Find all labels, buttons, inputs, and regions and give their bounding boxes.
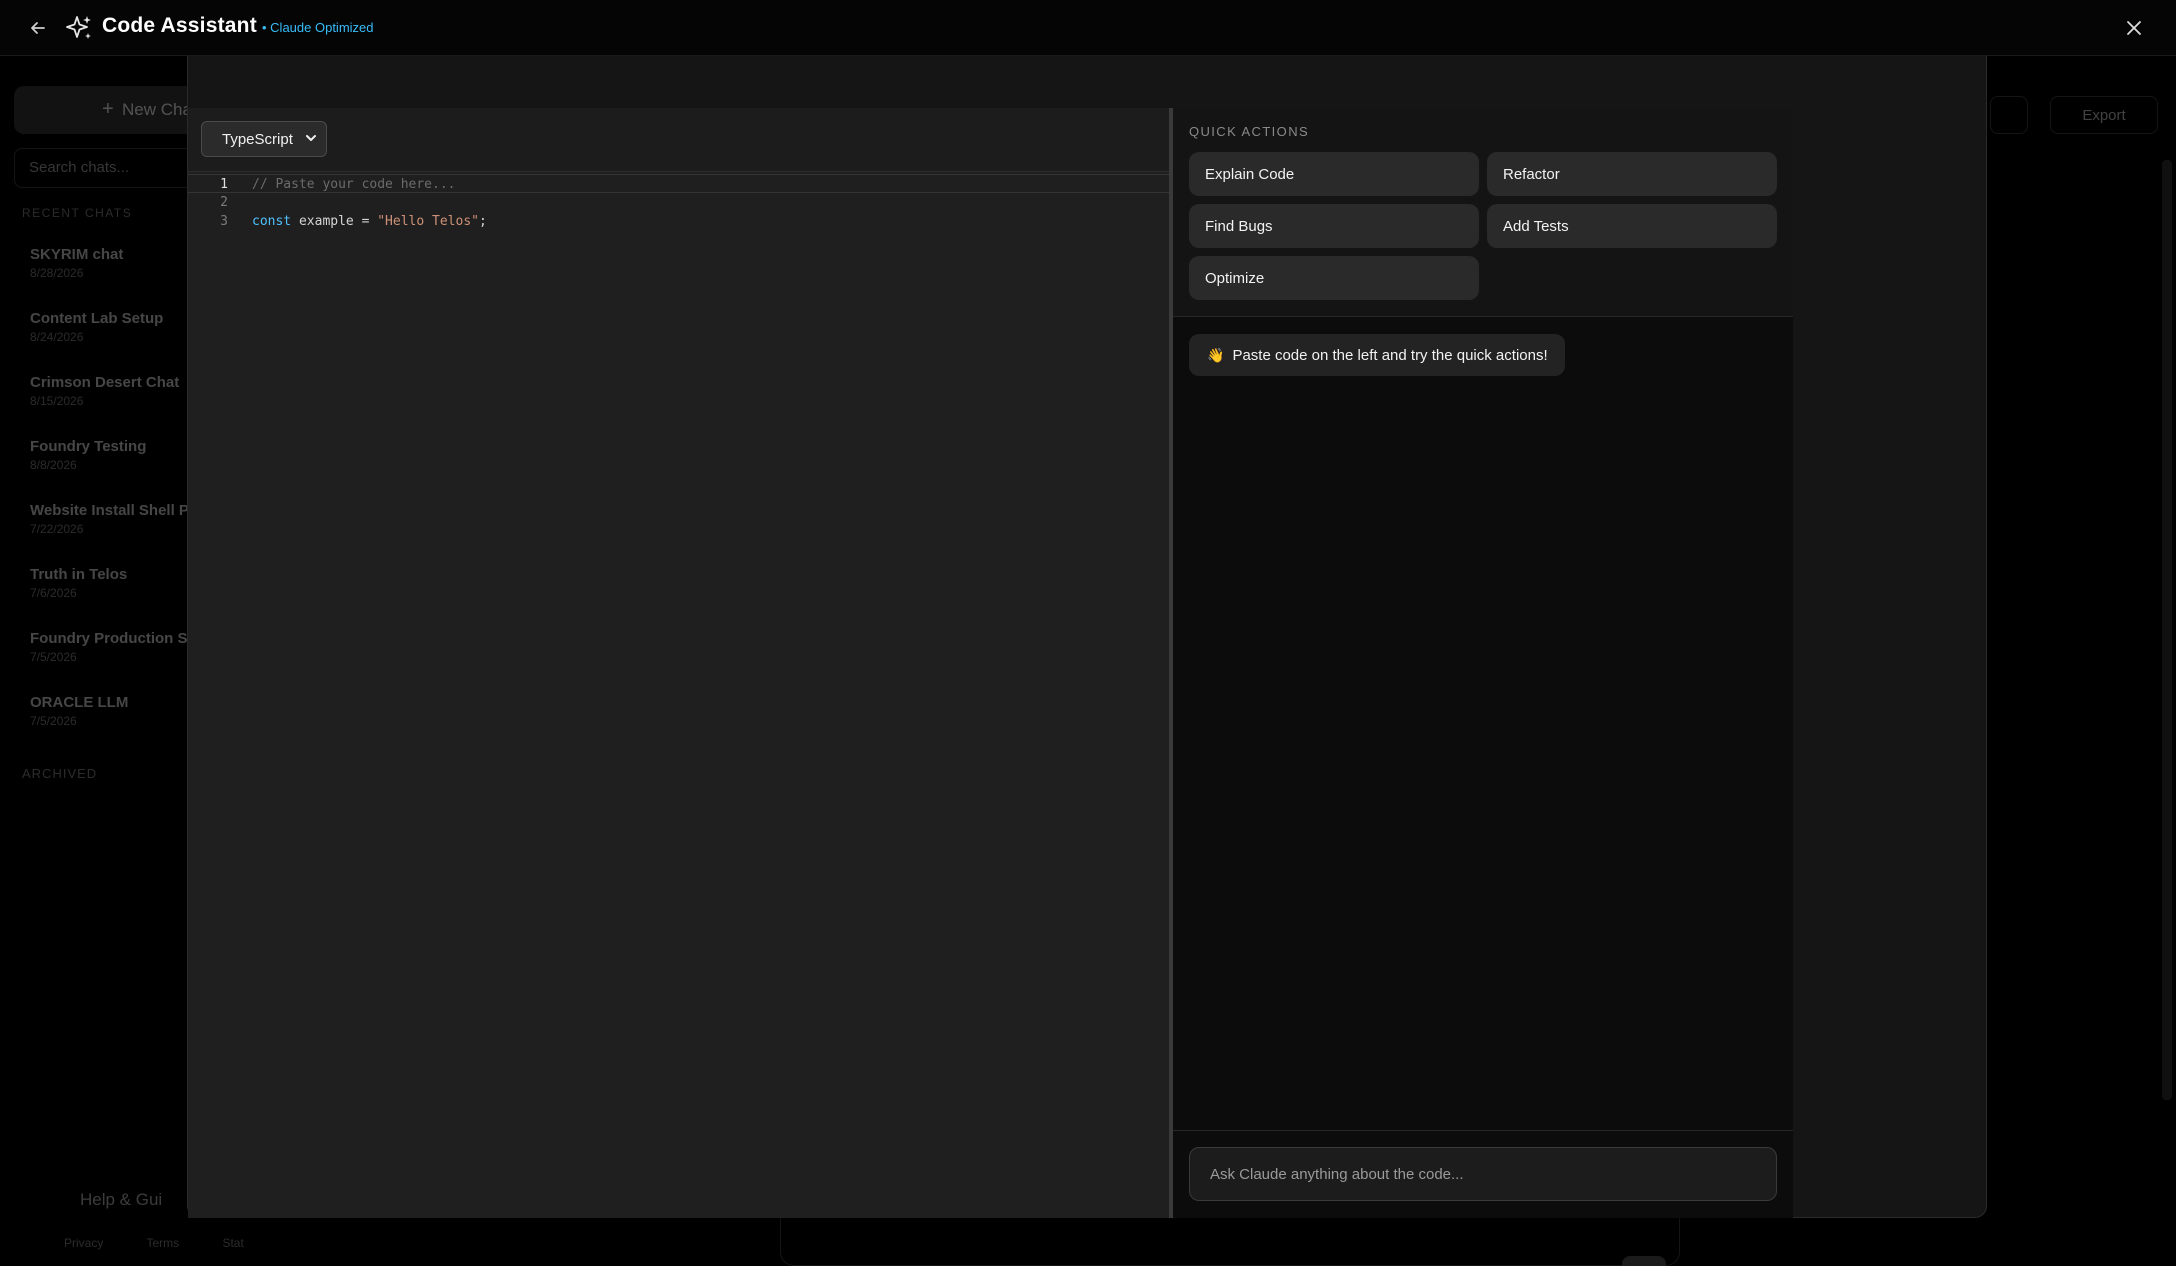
line-number: 2 bbox=[220, 195, 228, 210]
arrow-left-icon bbox=[31, 22, 45, 34]
back-button[interactable] bbox=[26, 16, 50, 40]
refactor-button[interactable]: Refactor bbox=[1487, 152, 1777, 196]
language-value: TypeScript bbox=[222, 130, 293, 148]
sparkles-icon bbox=[66, 16, 91, 39]
code-text: const example = "Hello Telos"; bbox=[252, 212, 487, 231]
chevron-down-icon bbox=[306, 135, 316, 141]
code-editor-pane: TypeScript 1 // Paste your code here... … bbox=[188, 108, 1169, 1218]
code-line: 1 // Paste your code here... bbox=[188, 174, 1169, 193]
code-line: 2 bbox=[188, 193, 1169, 212]
code-punctuation: ; bbox=[478, 214, 487, 229]
add-tests-button[interactable]: Add Tests bbox=[1487, 204, 1777, 248]
model-badge: • Claude Optimized bbox=[262, 20, 374, 35]
archived-label: ARCHIVED bbox=[22, 766, 98, 781]
chat-scrollbar bbox=[2162, 160, 2172, 1100]
optimize-button[interactable]: Optimize bbox=[1189, 256, 1479, 300]
code-line: 3 const example = "Hello Telos"; bbox=[188, 212, 1169, 231]
footer-links: Privacy Terms Stat bbox=[64, 1236, 244, 1250]
app-title: Code Assistant bbox=[102, 14, 257, 37]
waving-hand-icon: 👋 bbox=[1207, 346, 1225, 363]
top-bar: Code Assistant • Claude Optimized bbox=[0, 0, 2176, 56]
ask-section bbox=[1173, 1130, 1793, 1218]
explain-code-button[interactable]: Explain Code bbox=[1189, 152, 1479, 196]
close-icon bbox=[2127, 21, 2141, 35]
close-button[interactable] bbox=[2122, 16, 2146, 40]
editor-toolbar: TypeScript bbox=[188, 108, 1169, 172]
find-bugs-button[interactable]: Find Bugs bbox=[1189, 204, 1479, 248]
line-number: 3 bbox=[220, 214, 228, 229]
list-view-button bbox=[1990, 96, 2028, 134]
ask-claude-input[interactable] bbox=[1189, 1147, 1777, 1201]
line-number: 1 bbox=[220, 177, 228, 192]
quick-actions-section: QUICK ACTIONS Explain Code Refactor Find… bbox=[1173, 108, 1793, 317]
new-chat-label: New Cha bbox=[122, 100, 192, 119]
help-link: Help & Gui bbox=[80, 1190, 163, 1209]
assistant-pane: QUICK ACTIONS Explain Code Refactor Find… bbox=[1173, 108, 1793, 1218]
assistant-hint-message: 👋 Paste code on the left and try the qui… bbox=[1189, 334, 1565, 376]
code-assistant-modal: TypeScript 1 // Paste your code here... … bbox=[187, 56, 1987, 1218]
hint-text: Paste code on the left and try the quick… bbox=[1232, 346, 1548, 364]
code-input-area[interactable]: 1 // Paste your code here... 2 3 const e… bbox=[188, 174, 1169, 1214]
code-text: // Paste your code here... bbox=[252, 177, 456, 192]
code-identifier: example = bbox=[291, 214, 378, 229]
code-keyword: const bbox=[252, 214, 292, 229]
export-button: Export bbox=[2050, 96, 2158, 134]
send-button bbox=[1622, 1256, 1666, 1266]
plus-icon: + bbox=[102, 98, 114, 120]
code-string: "Hello Telos" bbox=[377, 214, 479, 229]
language-select[interactable]: TypeScript bbox=[201, 121, 327, 157]
quick-actions-label: QUICK ACTIONS bbox=[1189, 124, 1310, 139]
modal-empty-area bbox=[1793, 108, 1988, 1218]
recent-chats-label: RECENT CHATS bbox=[22, 206, 133, 220]
